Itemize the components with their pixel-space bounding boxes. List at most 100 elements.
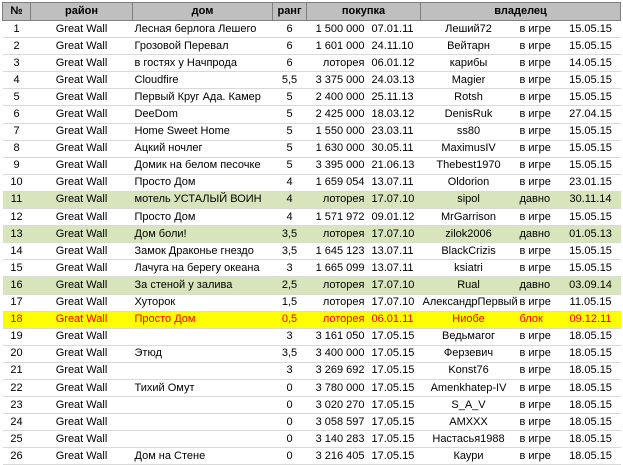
status-cell[interactable]: в игре — [516, 123, 561, 141]
district-cell[interactable]: Great Wall — [30, 259, 133, 278]
row-number[interactable]: 3 — [2, 54, 31, 73]
status-cell[interactable]: в игре — [516, 328, 561, 346]
row-number[interactable]: 5 — [2, 88, 31, 107]
price-cell[interactable]: 3 161 050 — [306, 328, 369, 346]
owner-date-cell[interactable]: 15.05.15 — [560, 242, 621, 261]
owner-cell[interactable]: Oldorion — [420, 174, 517, 192]
header-house[interactable]: дом — [132, 2, 273, 21]
row-number[interactable]: 20 — [2, 345, 31, 363]
owner-cell[interactable]: Каури — [420, 447, 517, 465]
house-name-cell[interactable]: Home Sweet Home — [132, 123, 273, 141]
owner-date-cell[interactable]: 23.01.15 — [560, 174, 621, 192]
owner-date-cell[interactable]: 18.05.15 — [560, 362, 621, 380]
house-name-cell[interactable]: Тихий Омут — [132, 379, 273, 398]
rank-cell[interactable]: 5 — [272, 157, 307, 175]
district-cell[interactable]: Great Wall — [30, 328, 133, 346]
district-cell[interactable]: Great Wall — [30, 396, 133, 415]
house-name-cell[interactable]: Замок Драконье гнездо — [132, 242, 273, 261]
owner-cell[interactable]: MaximusIV — [420, 140, 517, 158]
owner-date-cell[interactable]: 14.05.15 — [560, 54, 621, 73]
owner-cell[interactable]: Настасья1988 — [420, 430, 517, 449]
price-cell[interactable]: лоторея — [306, 276, 369, 295]
district-cell[interactable]: Great Wall — [30, 242, 133, 261]
owner-cell[interactable]: Rotsh — [420, 88, 517, 107]
price-cell[interactable]: 3 216 405 — [306, 447, 369, 465]
owner-cell[interactable]: sipol — [420, 191, 517, 210]
owner-cell[interactable]: Ниобе — [420, 311, 517, 329]
house-name-cell[interactable]: За стеной у залива — [132, 276, 273, 295]
owner-date-cell[interactable]: 15.05.15 — [560, 140, 621, 158]
status-cell[interactable]: блок — [516, 311, 561, 329]
house-name-cell[interactable]: Первый Круг Ада. Камер — [132, 88, 273, 107]
house-name-cell[interactable] — [132, 328, 273, 346]
owner-date-cell[interactable]: 09.12.11 — [560, 311, 621, 329]
row-number[interactable]: 6 — [2, 105, 31, 124]
price-cell[interactable]: 3 375 000 — [306, 71, 369, 90]
owner-date-cell[interactable]: 15.05.15 — [560, 208, 621, 227]
header-district[interactable]: район — [30, 2, 133, 21]
district-cell[interactable]: Great Wall — [30, 362, 133, 380]
purchase-date-cell[interactable]: 06.01.11 — [368, 311, 421, 329]
owner-cell[interactable]: ksiatri — [420, 259, 517, 278]
district-cell[interactable]: Great Wall — [30, 105, 133, 124]
price-cell[interactable]: 3 269 692 — [306, 362, 369, 380]
price-cell[interactable]: 3 020 270 — [306, 396, 369, 415]
status-cell[interactable]: в игре — [516, 54, 561, 73]
status-cell[interactable]: в игре — [516, 140, 561, 158]
status-cell[interactable]: в игре — [516, 430, 561, 449]
header-purchase[interactable]: покупка — [305, 2, 422, 21]
rank-cell[interactable]: 6 — [272, 37, 307, 56]
header-owner[interactable]: владелец — [420, 2, 622, 21]
owner-cell[interactable]: ss80 — [420, 123, 517, 141]
owner-cell[interactable]: Леший72 — [420, 20, 517, 39]
owner-date-cell[interactable]: 01.05.13 — [560, 225, 621, 244]
status-cell[interactable]: в игре — [516, 71, 561, 90]
owner-cell[interactable]: Magier — [420, 71, 517, 90]
price-cell[interactable]: 1 571 972 — [306, 208, 369, 227]
status-cell[interactable]: давно — [516, 225, 561, 244]
price-cell[interactable]: 1 665 099 — [306, 259, 369, 278]
rank-cell[interactable]: 4 — [272, 174, 307, 192]
owner-cell[interactable]: Ферзевич — [420, 345, 517, 363]
row-number[interactable]: 14 — [2, 242, 31, 261]
house-name-cell[interactable] — [132, 413, 273, 432]
owner-date-cell[interactable]: 15.05.15 — [560, 157, 621, 175]
district-cell[interactable]: Great Wall — [30, 379, 133, 398]
rank-cell[interactable]: 0 — [272, 447, 307, 465]
house-name-cell[interactable]: Просто Дом — [132, 208, 273, 227]
row-number[interactable]: 25 — [2, 430, 31, 449]
price-cell[interactable]: 1 500 000 — [306, 20, 369, 39]
house-name-cell[interactable]: Хуторок — [132, 294, 273, 312]
row-number[interactable]: 10 — [2, 174, 31, 192]
district-cell[interactable]: Great Wall — [30, 413, 133, 432]
district-cell[interactable]: Great Wall — [30, 71, 133, 90]
district-cell[interactable]: Great Wall — [30, 276, 133, 295]
rank-cell[interactable]: 6 — [272, 20, 307, 39]
status-cell[interactable]: в игре — [516, 105, 561, 124]
owner-cell[interactable]: MrGarrison — [420, 208, 517, 227]
row-number[interactable]: 2 — [2, 37, 31, 56]
purchase-date-cell[interactable]: 13.07.11 — [368, 242, 421, 261]
purchase-date-cell[interactable]: 23.03.11 — [368, 123, 421, 141]
purchase-date-cell[interactable]: 24.11.10 — [368, 37, 421, 56]
row-number[interactable]: 11 — [2, 191, 31, 210]
price-cell[interactable]: лоторея — [306, 54, 369, 73]
house-name-cell[interactable] — [132, 430, 273, 449]
owner-cell[interactable]: Ведьмагог — [420, 328, 517, 346]
house-name-cell[interactable]: Грозовой Перевал — [132, 37, 273, 56]
status-cell[interactable]: в игре — [516, 345, 561, 363]
status-cell[interactable]: в игре — [516, 174, 561, 192]
owner-cell[interactable]: zilok2006 — [420, 225, 517, 244]
house-name-cell[interactable]: Этюд — [132, 345, 273, 363]
status-cell[interactable]: в игре — [516, 379, 561, 398]
owner-date-cell[interactable]: 18.05.15 — [560, 379, 621, 398]
purchase-date-cell[interactable]: 24.03.13 — [368, 71, 421, 90]
district-cell[interactable]: Great Wall — [30, 311, 133, 329]
status-cell[interactable]: давно — [516, 191, 561, 210]
owner-date-cell[interactable]: 30.11.14 — [560, 191, 621, 210]
status-cell[interactable]: в игре — [516, 294, 561, 312]
district-cell[interactable]: Great Wall — [30, 174, 133, 192]
house-name-cell[interactable]: DeeDom — [132, 105, 273, 124]
rank-cell[interactable]: 0 — [272, 430, 307, 449]
district-cell[interactable]: Great Wall — [30, 208, 133, 227]
